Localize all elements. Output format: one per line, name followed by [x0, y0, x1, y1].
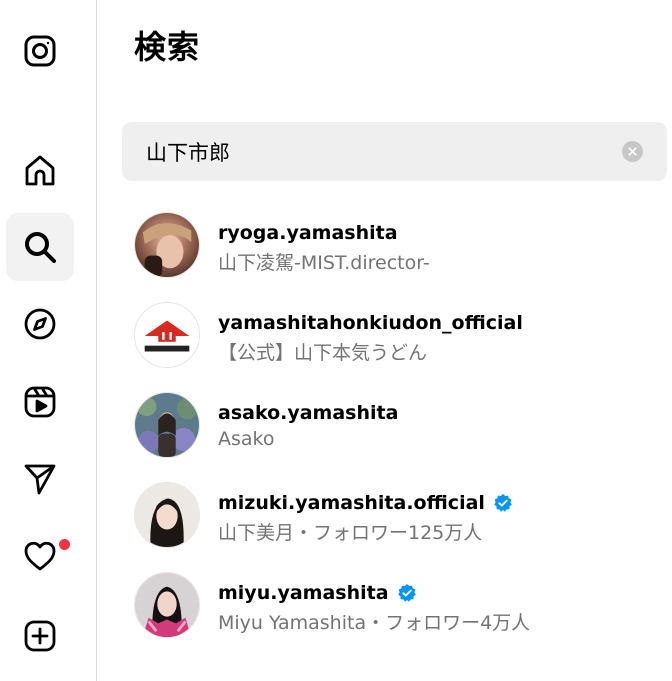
messages-send-icon[interactable] [6, 445, 74, 513]
result-item[interactable]: yamashitahonkiudon_official 【公式】山下本気うどん [134, 300, 654, 390]
search-input[interactable] [146, 139, 586, 164]
avatar [134, 212, 200, 278]
reels-icon[interactable] [6, 368, 74, 436]
search-icon[interactable] [6, 213, 74, 281]
avatar [134, 302, 200, 368]
notifications-heart-icon[interactable] [6, 522, 74, 590]
result-username: ryoga.yamashita [218, 222, 398, 244]
result-item[interactable]: ryoga.yamashita 山下凌駕-MIST.director- [134, 210, 654, 300]
result-subtitle: 【公式】山下本気うどん [218, 342, 428, 364]
page-title: 検索 [134, 28, 201, 66]
avatar [134, 572, 200, 638]
result-subtitle: Miyu Yamashita・フォロワー4万人 [218, 612, 531, 634]
result-item[interactable]: mizuki.yamashita.official 山下美月・フォロワー125万… [134, 480, 654, 570]
explore-compass-icon[interactable] [6, 290, 74, 358]
result-subtitle: Asako [218, 428, 275, 450]
result-username: yamashitahonkiudon_official [218, 312, 523, 334]
verified-badge-icon [397, 584, 416, 602]
verified-badge-icon [494, 494, 512, 512]
avatar [134, 392, 200, 458]
search-panel: 検索 ryoga.yamashita [97, 0, 672, 681]
home-icon[interactable] [6, 137, 74, 205]
result-subtitle: 山下凌駕-MIST.director- [218, 252, 430, 274]
sidebar [0, 0, 97, 681]
create-plus-icon[interactable] [6, 602, 74, 670]
clear-search-icon[interactable] [622, 141, 643, 162]
avatar [134, 482, 200, 548]
result-subtitle: 山下美月・フォロワー125万人 [218, 522, 483, 544]
result-username: mizuki.yamashita.official [218, 492, 513, 514]
search-box [122, 122, 667, 181]
result-item[interactable]: miyu.yamashita Miyu Yamashita・フォロワー4万人 [134, 570, 654, 660]
notification-badge [59, 539, 70, 550]
instagram-logo-icon[interactable] [6, 17, 74, 85]
result-username: asako.yamashita [218, 402, 399, 424]
search-results: ryoga.yamashita 山下凌駕-MIST.director- yama… [134, 210, 654, 660]
result-item[interactable]: asako.yamashita Asako [134, 390, 654, 480]
result-username: miyu.yamashita [218, 582, 417, 604]
